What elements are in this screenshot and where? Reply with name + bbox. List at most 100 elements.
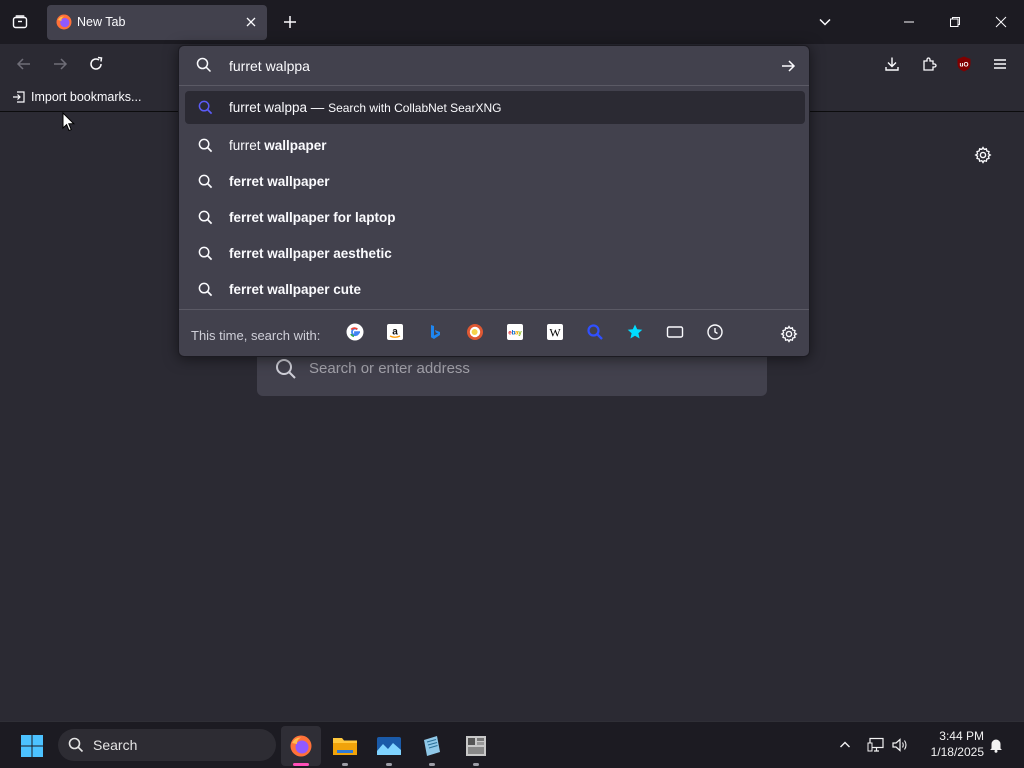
restore-icon <box>950 17 960 27</box>
ublock-origin-button[interactable]: uO <box>952 52 976 76</box>
search-icon <box>276 359 296 379</box>
network-icon <box>867 737 884 752</box>
firefox-icon <box>56 14 72 30</box>
urlbar-input[interactable]: furret walppa <box>229 58 310 74</box>
firefox-view-button[interactable] <box>6 8 34 36</box>
forward-button[interactable] <box>48 52 72 76</box>
search-engine-list: a e b a y W <box>345 322 725 342</box>
taskbar-file-explorer[interactable] <box>325 726 365 766</box>
network-button[interactable] <box>865 734 887 756</box>
close-tab-button[interactable] <box>243 14 259 30</box>
google-engine-button[interactable] <box>345 322 365 342</box>
downloads-button[interactable] <box>880 52 904 76</box>
suggestion-row[interactable]: ferret wallpaper aesthetic <box>185 235 805 271</box>
google-icon <box>346 323 364 341</box>
urlbar-popup: furret walppa furret walppa — Search wit… <box>178 45 810 357</box>
clock-date: 1/18/2025 <box>930 745 984 759</box>
folder-icon <box>333 738 357 755</box>
speaker-icon <box>892 738 907 752</box>
notifications-button[interactable] <box>985 734 1007 756</box>
firefox-view-icon <box>12 15 28 29</box>
suggestion-text: ferret wallpaper cute <box>229 282 361 297</box>
running-indicator <box>386 763 392 766</box>
list-all-tabs-button[interactable] <box>814 11 836 33</box>
chevron-up-icon <box>840 741 850 748</box>
suggestion-row[interactable]: ferret wallpaper cute <box>185 271 805 307</box>
extensions-button[interactable] <box>917 52 941 76</box>
personalize-new-tab-button[interactable] <box>972 144 994 166</box>
tabs-engine-button[interactable] <box>665 322 685 342</box>
bing-icon <box>431 325 440 339</box>
minimize-button[interactable] <box>886 0 932 44</box>
running-indicator <box>429 763 435 766</box>
menu-button[interactable] <box>988 52 1012 76</box>
tab-new-tab[interactable]: New Tab <box>47 5 267 40</box>
gear-icon <box>974 146 992 164</box>
arrow-right-icon <box>782 60 796 72</box>
one-off-search-buttons: This time, search with: a e b a y W <box>179 309 809 357</box>
search-icon <box>197 245 213 261</box>
amazon-icon: a <box>387 324 403 340</box>
search-settings-button[interactable] <box>779 324 799 344</box>
taskbar-search-box[interactable]: Search <box>58 729 276 761</box>
chevron-down-icon <box>819 18 831 26</box>
show-hidden-icons-button[interactable] <box>834 734 856 756</box>
ebay-engine-button[interactable]: e b a y <box>505 322 525 342</box>
close-window-button[interactable] <box>978 0 1024 44</box>
clock-time: 3:44 PM <box>939 729 984 743</box>
suggestion-completion: ferret wallpaper <box>229 173 330 189</box>
import-bookmarks-button[interactable]: Import bookmarks... <box>12 90 141 104</box>
reload-icon <box>90 56 103 70</box>
close-icon <box>995 16 1007 28</box>
taskbar-firefox[interactable] <box>281 726 321 766</box>
amazon-engine-button[interactable]: a <box>385 322 405 342</box>
suggestion-completion: ferret wallpaper aesthetic <box>229 245 392 261</box>
bookmarks-engine-button[interactable] <box>625 322 645 342</box>
volume-button[interactable] <box>889 734 911 756</box>
clock-icon <box>707 324 723 340</box>
new-tab-search-input[interactable] <box>309 354 749 382</box>
svg-text:a: a <box>392 327 398 338</box>
go-button[interactable] <box>777 55 799 77</box>
notepad-icon <box>424 736 440 756</box>
restore-button[interactable] <box>932 0 978 44</box>
taskbar-app-5[interactable] <box>456 726 496 766</box>
search-icon <box>197 100 213 116</box>
history-engine-button[interactable] <box>705 322 725 342</box>
suggestion-text: ferret wallpaper aesthetic <box>229 246 392 261</box>
taskbar-clock[interactable]: 3:44 PM 1/18/2025 <box>918 728 984 760</box>
suggestion-row[interactable]: ferret wallpaper <box>185 163 805 199</box>
suggestion-row[interactable]: furret wallpaper <box>185 127 805 163</box>
urlbar-input-row[interactable]: furret walppa <box>179 46 809 86</box>
taskbar-photos[interactable] <box>369 726 409 766</box>
start-button[interactable] <box>18 732 46 760</box>
ebay-icon: e b a y <box>507 324 523 340</box>
gear-icon <box>780 325 798 343</box>
mouse-cursor-icon <box>62 112 76 132</box>
wikipedia-engine-button[interactable]: W <box>545 322 565 342</box>
download-icon <box>885 57 899 71</box>
tab-title: New Tab <box>77 15 126 29</box>
searxng-engine-button[interactable] <box>585 322 605 342</box>
tab-icon <box>666 326 684 338</box>
svg-text:y: y <box>518 330 522 337</box>
taskbar-app-4[interactable] <box>412 726 452 766</box>
suggestion-completion: ferret wallpaper cute <box>229 281 362 297</box>
import-icon <box>13 91 25 103</box>
suggestion-row[interactable]: furret walppa — Search with CollabNet Se… <box>185 91 805 124</box>
new-tab-button[interactable] <box>279 11 301 33</box>
reload-button[interactable] <box>84 52 108 76</box>
puzzle-icon <box>923 57 937 71</box>
duckduckgo-engine-button[interactable] <box>465 322 485 342</box>
suggestion-row[interactable]: ferret wallpaper for laptop <box>185 199 805 235</box>
taskbar: Search 3:44 PM 1/18/2025 <box>0 721 1024 768</box>
hamburger-menu-icon <box>994 59 1006 69</box>
image-viewer-icon <box>377 737 401 755</box>
suggestion-completion: wallpaper <box>264 137 327 153</box>
suggestion-text: furret walppa — Search with CollabNet Se… <box>229 100 501 115</box>
bing-engine-button[interactable] <box>425 322 445 342</box>
search-icon <box>197 173 213 189</box>
back-button[interactable] <box>12 52 36 76</box>
suggestion-text: furret wallpaper <box>229 138 327 153</box>
suggestion-text: ferret wallpaper for laptop <box>229 210 396 225</box>
